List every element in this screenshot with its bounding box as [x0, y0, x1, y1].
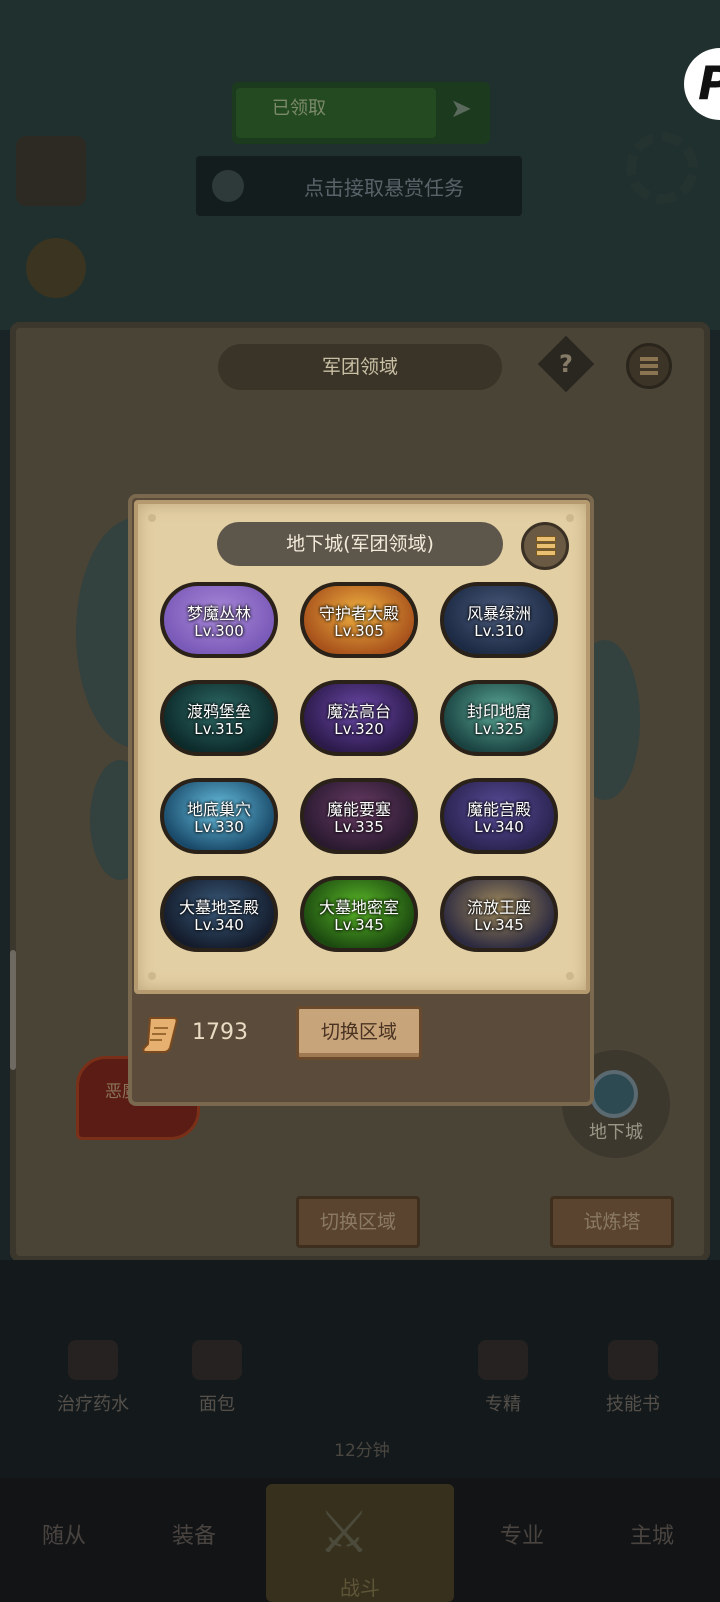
trial-tower-label: 试炼塔: [583, 1211, 641, 1233]
skill-book-icon: [608, 1340, 658, 1380]
dungeon-name: 封印地窟: [466, 702, 531, 721]
bounty-quest-bar[interactable]: 点击接取悬赏任务: [196, 156, 522, 216]
tab-profession[interactable]: 专业: [500, 1518, 544, 1550]
reward-progress-bar[interactable]: 已领取 ➤: [232, 82, 490, 144]
potion-item[interactable]: 治疗药水: [38, 1340, 148, 1416]
mastery-label: 专精: [485, 1394, 521, 1415]
dungeon-level: Lv.305: [334, 622, 384, 640]
bg-switch-area-label: 切换区域: [319, 1211, 396, 1233]
potion-icon: [68, 1340, 118, 1380]
dungeon-level: Lv.310: [474, 622, 524, 640]
dungeon-level: Lv.335: [334, 818, 384, 836]
dungeon-name: 魔法高台: [326, 702, 391, 721]
dungeon-name: 大墓地密室: [318, 898, 399, 917]
mastery-item[interactable]: 专精: [448, 1340, 558, 1416]
dungeon-level: Lv.330: [194, 818, 244, 836]
timer-label: 12分钟: [334, 1441, 390, 1461]
scroll-currency-icon: [142, 1017, 178, 1053]
progress-fill: [236, 88, 436, 138]
help-button[interactable]: ?: [537, 335, 595, 393]
tab-battle-label: 战斗: [340, 1576, 380, 1600]
skill-book-label: 技能书: [606, 1394, 660, 1415]
dungeon-level: Lv.340: [194, 916, 244, 934]
dungeon-level: Lv.315: [194, 720, 244, 738]
dungeon-card[interactable]: 大墓地密室 Lv.345: [300, 876, 418, 952]
dungeon-level: Lv.325: [474, 720, 524, 738]
dungeon-card[interactable]: 地底巢穴 Lv.330: [160, 778, 278, 854]
bread-item[interactable]: 面包: [162, 1340, 272, 1416]
mastery-icon: [478, 1340, 528, 1380]
corner-rivet: [148, 972, 156, 980]
dungeon-card[interactable]: 大墓地圣殿 Lv.340: [160, 876, 278, 952]
dungeon-card[interactable]: 渡鸦堡垒 Lv.315: [160, 680, 278, 756]
gear-icon[interactable]: [626, 132, 698, 204]
dungeon-level: Lv.345: [474, 916, 524, 934]
modal-menu-button[interactable]: [521, 522, 569, 570]
skill-book-item[interactable]: 技能书: [578, 1340, 688, 1416]
dungeon-level: Lv.300: [194, 622, 244, 640]
scrollbar[interactable]: [10, 950, 16, 1070]
tab-equipment[interactable]: 装备: [172, 1518, 216, 1550]
switch-area-button[interactable]: 切换区域: [296, 1006, 422, 1060]
dungeon-card[interactable]: 流放王座 Lv.345: [440, 876, 558, 952]
dungeon-card[interactable]: 守护者大殿 Lv.305: [300, 582, 418, 658]
tab-battle[interactable]: ⚔ 战斗: [266, 1484, 454, 1602]
dungeon-card[interactable]: 封印地窟 Lv.325: [440, 680, 558, 756]
dungeon-name: 风暴绿洲: [466, 604, 531, 623]
tab-followers[interactable]: 随从: [42, 1518, 86, 1550]
shop-icon[interactable]: [16, 136, 86, 206]
dungeon-card[interactable]: 魔能要塞 Lv.335: [300, 778, 418, 854]
quest-hint-text: 点击接取悬赏任务: [304, 176, 464, 200]
dungeon-name: 守护者大殿: [318, 604, 399, 623]
quest-icon: [212, 170, 244, 202]
bread-icon: [192, 1340, 242, 1380]
crossed-swords-icon: ⚔: [318, 1498, 370, 1566]
dungeon-name: 地底巢穴: [186, 800, 251, 819]
corner-rivet: [148, 514, 156, 522]
help-icon: ?: [559, 350, 573, 378]
switch-area-label: 切换区域: [320, 1021, 397, 1043]
bread-label: 面包: [199, 1394, 235, 1415]
dungeon-level: Lv.320: [334, 720, 384, 738]
trial-tower-button[interactable]: 试炼塔: [550, 1196, 674, 1248]
bg-switch-area-button[interactable]: 切换区域: [296, 1196, 420, 1248]
dungeon-name: 渡鸦堡垒: [186, 702, 251, 721]
currency-amount: 1793: [192, 1020, 248, 1045]
corner-rivet: [566, 972, 574, 980]
dungeon-level: Lv.340: [474, 818, 524, 836]
dungeon-name: 梦魔丛林: [186, 604, 251, 623]
dungeon-card[interactable]: 魔法高台 Lv.320: [300, 680, 418, 756]
dungeon-name: 魔能宫殿: [466, 800, 531, 819]
legion-menu-button[interactable]: [626, 343, 672, 389]
dungeon-card[interactable]: 梦魔丛林 Lv.300: [160, 582, 278, 658]
dungeon-card[interactable]: 魔能宫殿 Lv.340: [440, 778, 558, 854]
share-arrow-icon[interactable]: ➤: [448, 96, 474, 122]
progress-label: 已领取: [272, 98, 326, 119]
dungeon-level: Lv.345: [334, 916, 384, 934]
tab-main-city[interactable]: 主城: [630, 1518, 674, 1550]
dungeon-name: 大墓地圣殿: [178, 898, 259, 917]
corner-rivet: [566, 514, 574, 522]
legion-title: 军团领域: [321, 356, 398, 378]
dungeon-name: 魔能要塞: [326, 800, 391, 819]
dungeon-button-label: 地下城: [589, 1122, 643, 1143]
potion-label: 治疗药水: [57, 1394, 129, 1415]
dungeon-portal-icon: [590, 1070, 638, 1118]
dungeon-card[interactable]: 风暴绿洲 Lv.310: [440, 582, 558, 658]
dungeon-name: 流放王座: [466, 898, 531, 917]
medal-icon[interactable]: [26, 238, 86, 298]
modal-title: 地下城(军团领域): [286, 533, 434, 555]
